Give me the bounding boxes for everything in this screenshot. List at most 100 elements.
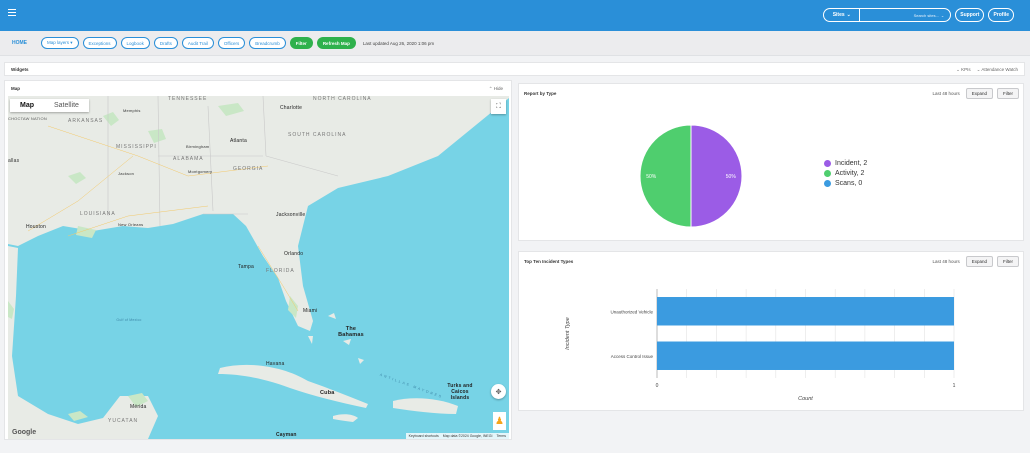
filter-button[interactable]: Filter — [289, 37, 313, 49]
label-memphis: Memphis — [123, 108, 141, 113]
support-button[interactable]: Support — [955, 8, 985, 22]
label-tennessee: TENNESSEE — [168, 96, 208, 102]
chevron-down-icon: ⌄ — [846, 12, 851, 18]
legend-item-activity[interactable]: Activity, 2 — [824, 170, 867, 177]
legend-label: Incident, 2 — [835, 160, 868, 167]
label-new-orleans: New Orleans — [118, 222, 144, 227]
map-type-map-button[interactable]: Map — [10, 99, 44, 112]
bar-chart: Unauthorized Vehicle Access Control Issue… — [565, 289, 956, 402]
home-link[interactable]: HOME — [12, 40, 27, 46]
last-updated-text: Last updated Aug 26, 2020 1:06 pm — [362, 40, 435, 46]
hide-map-button[interactable]: ⌃ Hide — [489, 86, 503, 92]
map-title: Map — [11, 86, 20, 91]
refresh-map-button[interactable]: Refresh Map — [316, 37, 356, 49]
legend-label: Scans, 0 — [835, 180, 863, 187]
google-logo: Google — [12, 429, 37, 436]
category-label: Access Control Issue — [611, 354, 654, 359]
breadcrumb-button[interactable]: Breadcrumb — [249, 37, 286, 49]
map-layers-button[interactable]: Map layers ▾ — [41, 37, 79, 49]
map-panel: Map ⌃ Hide TENNESSEE NORTH CAROLINA SOUT… — [4, 80, 512, 440]
exceptions-button[interactable]: Exceptions — [82, 37, 117, 49]
label-south-carolina: SOUTH CAROLINA — [288, 132, 347, 138]
top-ten-card: Top Ten Incident Types Last 48 hours Exp… — [518, 251, 1024, 411]
label-birmingham: Birmingham — [186, 144, 210, 149]
label-miami: Miami — [303, 308, 318, 314]
x-tick-label: 0 — [656, 383, 659, 389]
attendance-toggle[interactable]: ⌄ Attendance Watch — [977, 67, 1018, 73]
label-bahamas: The Bahamas — [338, 326, 364, 338]
pie-slice-label: 50% — [726, 174, 737, 180]
hamburger-icon[interactable] — [8, 9, 16, 17]
camera-control-icon[interactable]: ✥ — [491, 384, 506, 399]
audit-trail-button[interactable]: Audit Trail — [181, 37, 214, 49]
label-merida: Mérida — [130, 404, 147, 410]
kpis-label: KPIs — [961, 67, 971, 72]
label-mississippi: MISSISSIPPI — [116, 144, 157, 150]
keyboard-shortcuts-link[interactable]: Keyboard shortcuts — [409, 434, 439, 438]
chevron-down-icon: ⌄ — [940, 12, 945, 18]
label-louisiana: LOUISIANA — [80, 211, 116, 217]
label-jackson: Jackson — [118, 171, 135, 176]
pegman-icon[interactable]: ♟ — [493, 412, 506, 430]
legend-swatch — [824, 170, 831, 177]
pie-slice-label: 50% — [646, 174, 657, 180]
widgets-title: Widgets — [11, 67, 29, 72]
bar[interactable] — [657, 341, 954, 370]
label-cayman: Cayman — [276, 432, 297, 438]
label-dallas: allas — [8, 158, 20, 164]
label-georgia: GEORGIA — [233, 166, 264, 172]
map-type-control: Map Satellite — [10, 99, 89, 112]
site-search: Sites ⌄ Search sites... ⌄ — [823, 8, 952, 22]
drafts-button[interactable]: Drafts — [153, 37, 178, 49]
label-atlanta: Atlanta — [230, 138, 247, 144]
label-north-carolina: NORTH CAROLINA — [313, 96, 372, 102]
legend-swatch — [824, 180, 831, 187]
hide-label: Hide — [493, 86, 503, 91]
label-orlando: Orlando — [284, 251, 304, 257]
label-tampa: Tampa — [238, 264, 255, 270]
x-axis-title: Count — [798, 396, 813, 402]
pie-chart: 50% 50% — [639, 124, 743, 228]
legend-item-scans[interactable]: Scans, 0 — [824, 180, 867, 187]
profile-button[interactable]: Profile — [988, 8, 1014, 22]
map-attribution: Keyboard shortcuts Map data ©2024 Google… — [405, 433, 509, 439]
label-havana: Havana — [266, 361, 285, 367]
fullscreen-icon[interactable]: ⛶ — [491, 99, 506, 114]
y-axis-title: Incident Type — [565, 317, 571, 350]
label-choctaw: CHOCTAW NATION — [8, 116, 47, 121]
map-canvas[interactable]: TENNESSEE NORTH CAROLINA SOUTH CAROLINA … — [8, 96, 509, 439]
legend-item-incident[interactable]: Incident, 2 — [824, 160, 867, 167]
label-houston: Houston — [26, 224, 47, 230]
officers-button[interactable]: Officers — [217, 37, 246, 49]
top-right-controls: Sites ⌄ Search sites... ⌄ Support Profile — [823, 8, 1014, 22]
label-alabama: ALABAMA — [173, 156, 204, 162]
label-charlotte: Charlotte — [280, 105, 303, 111]
report-by-type-card: Report by Type Last 48 hours Expand Filt… — [518, 83, 1024, 241]
label-gulf: Gulf of Mexico — [116, 318, 142, 322]
legend-label: Activity, 2 — [835, 170, 865, 177]
site-search-placeholder: Search sites... — [913, 12, 939, 18]
pie-legend: Incident, 2 Activity, 2 Scans, 0 — [824, 160, 867, 190]
bar[interactable] — [657, 297, 954, 326]
site-select-label: Sites — [832, 12, 845, 18]
map-data-text: Map data ©2024 Google, INEGI — [442, 434, 493, 438]
label-yucatan: YUCATAN — [108, 418, 139, 424]
site-select[interactable]: Sites ⌄ — [824, 9, 861, 21]
label-jacksonville: Jacksonville — [276, 212, 306, 218]
terms-link[interactable]: Terms — [496, 434, 506, 438]
map-land — [8, 96, 509, 439]
kpis-toggle[interactable]: ⌄ KPIs — [956, 67, 971, 73]
category-label: Unauthorized Vehicle — [610, 309, 653, 314]
top-bar: Sites ⌄ Search sites... ⌄ Support Profile — [0, 0, 1030, 31]
map-type-satellite-button[interactable]: Satellite — [44, 99, 89, 112]
x-tick-label: 1 — [953, 383, 956, 389]
label-montgomery: Montgomery — [188, 169, 213, 174]
label-arkansas: ARKANSAS — [68, 118, 104, 124]
label-cuba: Cuba — [320, 390, 335, 396]
legend-swatch — [824, 160, 831, 167]
logbook-button[interactable]: Logbook — [120, 37, 150, 49]
label-florida: FLORIDA — [266, 268, 295, 274]
widgets-toggles: ⌄ KPIs ⌄ Attendance Watch — [956, 67, 1018, 73]
site-search-input[interactable]: Search sites... ⌄ — [860, 9, 950, 21]
widgets-header: Widgets ⌄ KPIs ⌄ Attendance Watch — [4, 62, 1025, 76]
